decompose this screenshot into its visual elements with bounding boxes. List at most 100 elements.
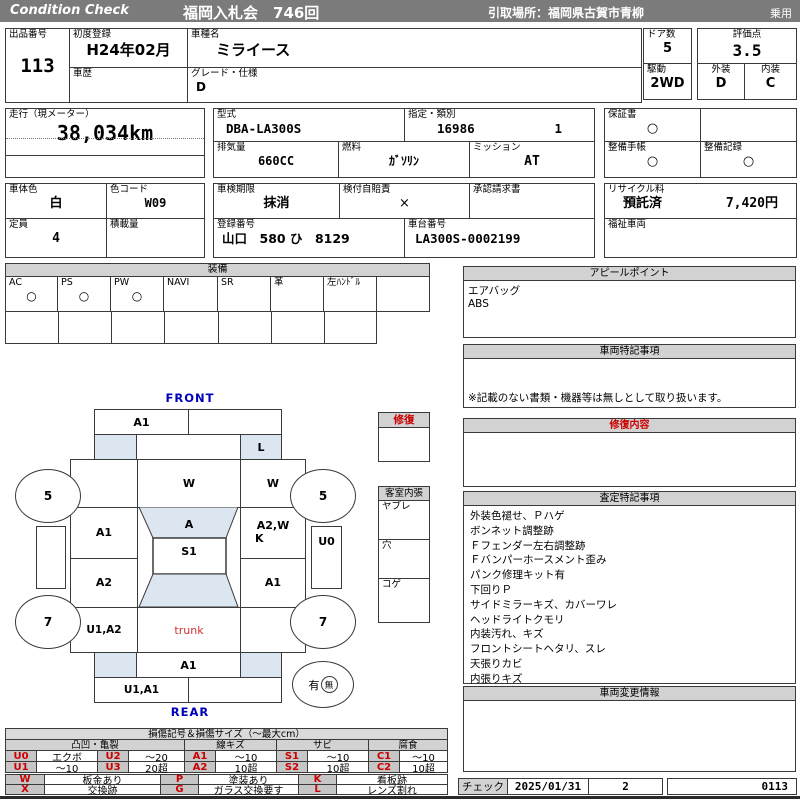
model-code-cell: 型式 DBA-LA300S <box>213 108 405 142</box>
displacement-cell: 排気量 660CC <box>213 141 339 178</box>
doors-label: ドア数 <box>647 29 676 40</box>
check-code: 0113 <box>667 778 797 795</box>
cabin-row-label: コゲ <box>382 579 402 590</box>
hood-panel: A1 <box>95 410 189 434</box>
repair-detail-panel: 修復内容 <box>463 418 796 487</box>
inspection-value: 抹消 <box>263 195 290 211</box>
appeal-title: アピールポイント <box>464 267 795 281</box>
score-cell: 評価点 3.5 <box>697 28 797 64</box>
first-registration-cell: 初度登録 H24年02月 <box>69 28 188 68</box>
rear-corner-left <box>94 652 137 678</box>
type-number: 16986 <box>437 120 475 136</box>
assessment-line: ボンネット調整跡 <box>470 524 554 537</box>
insurance-mark: × <box>399 195 410 211</box>
model-code-label: 型式 <box>217 109 237 120</box>
mileage-cell: 走行（現メーター） 38,034km <box>5 108 205 178</box>
cowl-left <box>94 434 137 460</box>
maintenance-book-label: 整備手帳 <box>608 142 647 153</box>
approval-label: 承認請求書 <box>473 184 521 195</box>
roof-front-mark: A <box>185 518 194 531</box>
side-sill-left <box>36 526 66 589</box>
fuel-label: 燃料 <box>342 142 362 153</box>
equipment-cell-navi: NAVI <box>163 276 218 312</box>
check-date: 2025/01/31 <box>507 778 589 795</box>
warranty-cell: 保証書 ○ <box>604 108 701 142</box>
brand-logo: Condition Check <box>10 3 129 18</box>
equipment-cell-sr: SR <box>217 276 271 312</box>
displacement-label: 排気量 <box>217 142 246 153</box>
cowl-center <box>136 434 241 460</box>
model-name-label: 車種名 <box>191 29 220 40</box>
drive-value: 2WD <box>650 75 685 91</box>
assessment-line: 外装色褪せ、Ｐハゲ <box>470 510 565 522</box>
legend-code: U1 <box>5 761 37 773</box>
recycle-status: 預託済 <box>623 195 663 211</box>
equipment-label: NAVI <box>167 277 190 288</box>
fuel-value: ｶﾞｿﾘﾝ <box>388 153 419 168</box>
registration-number-cell: 登録番号 山口 580 ひ 8129 <box>213 218 405 258</box>
lot-number-cell: 出品番号 113 <box>5 28 70 103</box>
legend-code: S2 <box>276 761 308 773</box>
car-body: W W A1 A2,W K A2 A1 A S1 U1,A2 trunk <box>70 459 306 653</box>
fender-right-mark: A2,W <box>256 519 290 533</box>
cabin-title: 客室内張 <box>378 486 430 501</box>
score-value: 3.5 <box>732 40 762 60</box>
chassis-number-label: 車台番号 <box>408 219 447 230</box>
spare-tire-flag: 有 無 <box>292 661 354 708</box>
model-code-value: DBA-LA300S <box>226 120 302 136</box>
mileage-value: 38,034km <box>56 120 154 145</box>
equipment-label: AC <box>9 277 22 288</box>
empty-cell <box>700 108 797 142</box>
appeal-line: エアバッグ <box>468 285 521 297</box>
equipment-cell-ps: PS ○ <box>57 276 111 312</box>
cabin-row-tear: ヤブレ <box>378 500 430 540</box>
trunk-label: trunk <box>174 623 204 637</box>
interior-grade-value: C <box>765 75 776 91</box>
assessment-line: 内張りキズ <box>470 672 523 685</box>
legend-mark-value: 交換跡 <box>44 784 161 797</box>
insurance-label: 検付自賠責 <box>343 184 391 195</box>
repair-flag-title: 修復 <box>378 412 430 428</box>
body-color-value: 白 <box>49 195 63 211</box>
cabin-row-burn: コゲ <box>378 578 430 623</box>
legend-mark-code: L <box>298 784 337 795</box>
fender-right-mark2: K <box>255 531 264 545</box>
assessment-line: ヘッドライトクモリ <box>470 613 565 626</box>
load-label: 積載量 <box>110 219 139 230</box>
auction-title: 福岡入札会 746回 <box>183 4 320 22</box>
assessment-line: パンク修理キット有 <box>470 569 566 582</box>
maintenance-record-cell: 整備記録 ○ <box>700 141 797 178</box>
recycle-fee-label: リサイクル料 <box>608 184 665 195</box>
pickup-location: 引取場所：福岡県古賀市青柳 <box>488 6 645 20</box>
rear-label: REAR <box>170 705 210 719</box>
transmission-cell: ミッション AT <box>469 141 595 178</box>
type-class-cell: 指定・類別 16986 1 <box>404 108 595 142</box>
assessment-line: 内装汚れ、キズ <box>470 628 544 641</box>
welfare-cell: 福祉車両 <box>604 218 797 258</box>
vehicle-class: 乗用 <box>770 7 792 20</box>
equipment-label: PS <box>61 277 73 288</box>
first-registration-label: 初度登録 <box>73 29 112 40</box>
cabin-row-label: ヤブレ <box>382 501 411 512</box>
wheel-rear-left: 7 <box>15 595 81 649</box>
rear-panel: A1 <box>136 652 241 678</box>
exterior-grade-cell: 外装 D <box>697 63 745 100</box>
registration-number-value: 山口 580 ひ 8129 <box>222 230 350 246</box>
color-code-label: 色コード <box>110 184 149 195</box>
color-code-value: W09 <box>144 195 167 210</box>
assessment-line: Ｆフェンダー左右調整跡 <box>470 539 586 552</box>
assessment-line: フロントシートヘタリ、スレ <box>470 643 606 656</box>
chassis-number-cell: 車台番号 LA300S-0002199 <box>404 218 595 258</box>
check-count: 2 <box>588 778 663 795</box>
exterior-grade-label: 外装 <box>711 64 731 75</box>
maintenance-record-mark: ○ <box>742 153 755 169</box>
transmission-label: ミッション <box>473 142 521 153</box>
doors-cell: ドア数 5 <box>643 28 692 64</box>
door-right: A1 <box>264 576 282 589</box>
equipment-cell-extra <box>376 276 430 312</box>
assessment-line: Ｆバンパーホースメント歪み <box>470 554 607 567</box>
type-class-label: 指定・類別 <box>408 109 456 120</box>
body-color-label: 車体色 <box>9 184 38 195</box>
class-number: 1 <box>554 120 562 136</box>
equipment-mark: ○ <box>131 288 143 303</box>
